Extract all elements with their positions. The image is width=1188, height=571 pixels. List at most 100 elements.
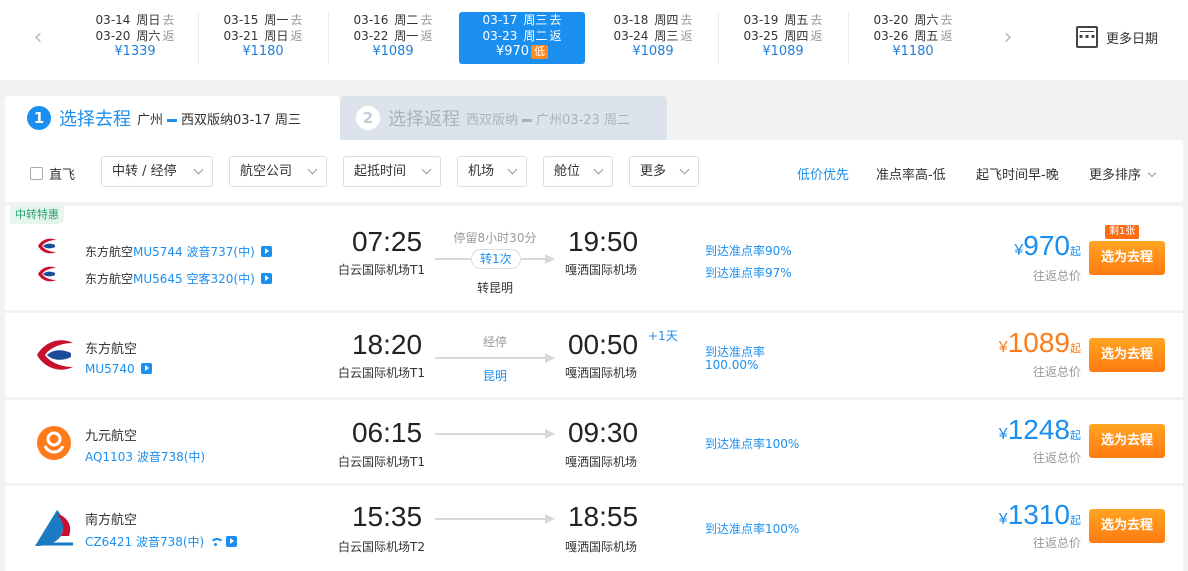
go-tag: 去	[290, 13, 303, 27]
date-price: ¥970	[495, 44, 530, 59]
dropdown-label: 机场	[468, 164, 495, 179]
airline-name: 九元航空	[85, 429, 138, 444]
select-outbound-button[interactable]: 选为去程	[1089, 509, 1165, 543]
seats-left-badge: 剩1张	[1105, 225, 1140, 239]
arrival-time: 18:55	[567, 501, 639, 532]
date-option[interactable]: 03-15 周一去 03-21 周日返 ¥1180	[200, 12, 326, 64]
arrival-airport: 嘎洒国际机场	[565, 366, 638, 380]
go-week: 周一	[264, 13, 289, 27]
sort-lowest-price[interactable]: 低价优先	[797, 164, 849, 183]
9air-logo-icon	[37, 426, 71, 460]
tab-return[interactable]: 2 选择返程 西双版纳 广州03-23 周二	[340, 96, 667, 140]
date-option[interactable]: 03-20 周六去 03-26 周五返 ¥1180	[850, 12, 976, 64]
ret-week: 周日	[264, 29, 289, 43]
cabin-dropdown[interactable]: 舱位	[543, 156, 613, 187]
departure-airport: 白云国际机场T1	[338, 366, 425, 380]
stopover-city[interactable]: 昆明	[435, 367, 555, 384]
flight-number: MU5744	[133, 245, 183, 259]
ret-tag: 返	[162, 29, 175, 43]
price: ¥970起	[965, 230, 1081, 262]
flight-number: MU5645	[133, 272, 183, 286]
ontime-rate: 到达准点率90%	[705, 244, 792, 258]
arrival-airport: 嘎洒国际机场	[565, 540, 638, 554]
go-date: 03-18	[613, 13, 649, 27]
ret-week: 周五	[914, 29, 939, 43]
select-outbound-button[interactable]: 选为去程	[1089, 424, 1165, 458]
select-outbound-button[interactable]: 选为去程	[1089, 241, 1165, 275]
airline-name: 东方航空	[85, 342, 138, 357]
currency: ¥	[998, 511, 1008, 528]
chevron-down-icon	[679, 164, 690, 175]
sort-ontime[interactable]: 准点率高-低	[876, 164, 946, 183]
go-week: 周二	[394, 13, 419, 27]
flight-row: 南方航空 CZ6421 波音738(中) 15:35 白云国际机场T2 18:5…	[5, 486, 1183, 571]
route-from: 广州	[137, 112, 164, 128]
go-tag: 去	[549, 13, 562, 27]
airline-dropdown[interactable]: 航空公司	[229, 156, 327, 187]
step-number: 2	[356, 106, 380, 130]
ret-date: 03-21	[223, 29, 259, 43]
date-option[interactable]: 03-16 周二去 03-22 周一返 ¥1089	[330, 12, 456, 64]
currency: ¥	[998, 339, 1008, 356]
chevron-right-icon[interactable]: ›	[998, 26, 1018, 50]
route-dash	[522, 118, 533, 122]
date-price: ¥1089	[762, 44, 804, 59]
ret-tag: 返	[290, 29, 303, 43]
route-arrow	[435, 353, 555, 363]
play-icon[interactable]	[140, 363, 152, 374]
ontime-rate: 到达准点率100%	[705, 522, 800, 536]
leg-2-airline: 东方航空MU5645 空客320(中)	[85, 270, 272, 287]
date-option[interactable]: 03-14 周日去 03-20 周六返 ¥1339	[72, 12, 198, 64]
date-option-selected[interactable]: 03-17 周三去 03-23 周二返 ¥970 低	[459, 12, 585, 64]
flight-row: 东方航空 MU5740 18:20 白云国际机场T1 经停 昆明 00:50 +…	[5, 313, 1183, 397]
transfer-count-badge[interactable]: 转1次	[471, 249, 521, 269]
play-icon[interactable]	[260, 246, 272, 257]
price-suffix: 起	[1070, 343, 1081, 355]
direct-label: 直飞	[49, 168, 76, 183]
filter-bar: 直飞 中转 / 经停 航空公司 起抵时间 机场 舱位 更多 低价优先 准点率高-…	[5, 140, 1183, 202]
next-day-badge: +1天	[648, 329, 678, 343]
route-to: 广州	[536, 112, 563, 128]
departure-airport: 白云国际机场T1	[338, 263, 425, 277]
ontime-rate: 到达准点率97%	[705, 266, 792, 280]
go-week: 周六	[914, 13, 939, 27]
time-dropdown[interactable]: 起抵时间	[343, 156, 441, 187]
go-tag: 去	[940, 13, 953, 27]
price-value: 1248	[1007, 414, 1070, 445]
ret-date: 03-23	[482, 29, 518, 43]
step-number: 1	[27, 106, 51, 130]
date-price: ¥1339	[114, 44, 156, 59]
route-dash	[167, 118, 178, 122]
flight-number: AQ1103	[85, 450, 133, 464]
more-dropdown[interactable]: 更多	[629, 156, 699, 187]
date-option[interactable]: 03-18 周四去 03-24 周三返 ¥1089	[590, 12, 716, 64]
date-option[interactable]: 03-19 周五去 03-25 周四返 ¥1089	[720, 12, 846, 64]
play-icon[interactable]	[260, 273, 272, 284]
go-week: 周四	[654, 13, 679, 27]
transfer-dropdown[interactable]: 中转 / 经停	[101, 156, 213, 187]
route-arrow	[435, 429, 555, 439]
divider	[198, 12, 199, 64]
ret-date: 03-25	[743, 29, 779, 43]
aircraft-type[interactable]: 波音737(中)	[187, 245, 255, 259]
chevron-left-icon[interactable]: ‹	[28, 26, 48, 50]
airport-dropdown[interactable]: 机场	[457, 156, 527, 187]
china-eastern-logo-icon	[37, 340, 73, 370]
route-date: 03-17 周三	[233, 112, 301, 128]
sort-departure[interactable]: 起飞时间早-晚	[976, 164, 1059, 183]
ret-week: 周四	[784, 29, 809, 43]
price-value: 970	[1023, 230, 1070, 261]
flight-row: 九元航空 AQ1103 波音738(中) 06:15 白云国际机场T1 09:3…	[5, 400, 1183, 483]
aircraft-type[interactable]: 波音738(中)	[136, 535, 204, 549]
tab-outbound[interactable]: 1 选择去程 广州 西双版纳03-17 周三	[5, 96, 340, 140]
ret-week: 周一	[394, 29, 419, 43]
aircraft-type[interactable]: 波音738(中)	[137, 450, 205, 464]
more-dates-button[interactable]: 更多日期	[1076, 26, 1158, 48]
direct-checkbox[interactable]: 直飞	[30, 164, 75, 183]
sort-more[interactable]: 更多排序	[1089, 164, 1157, 183]
date-price: ¥1180	[242, 44, 284, 59]
aircraft-type[interactable]: 空客320(中)	[187, 272, 255, 286]
select-outbound-button[interactable]: 选为去程	[1089, 338, 1165, 372]
route-from: 西双版纳	[466, 112, 519, 128]
play-icon[interactable]	[226, 536, 238, 547]
